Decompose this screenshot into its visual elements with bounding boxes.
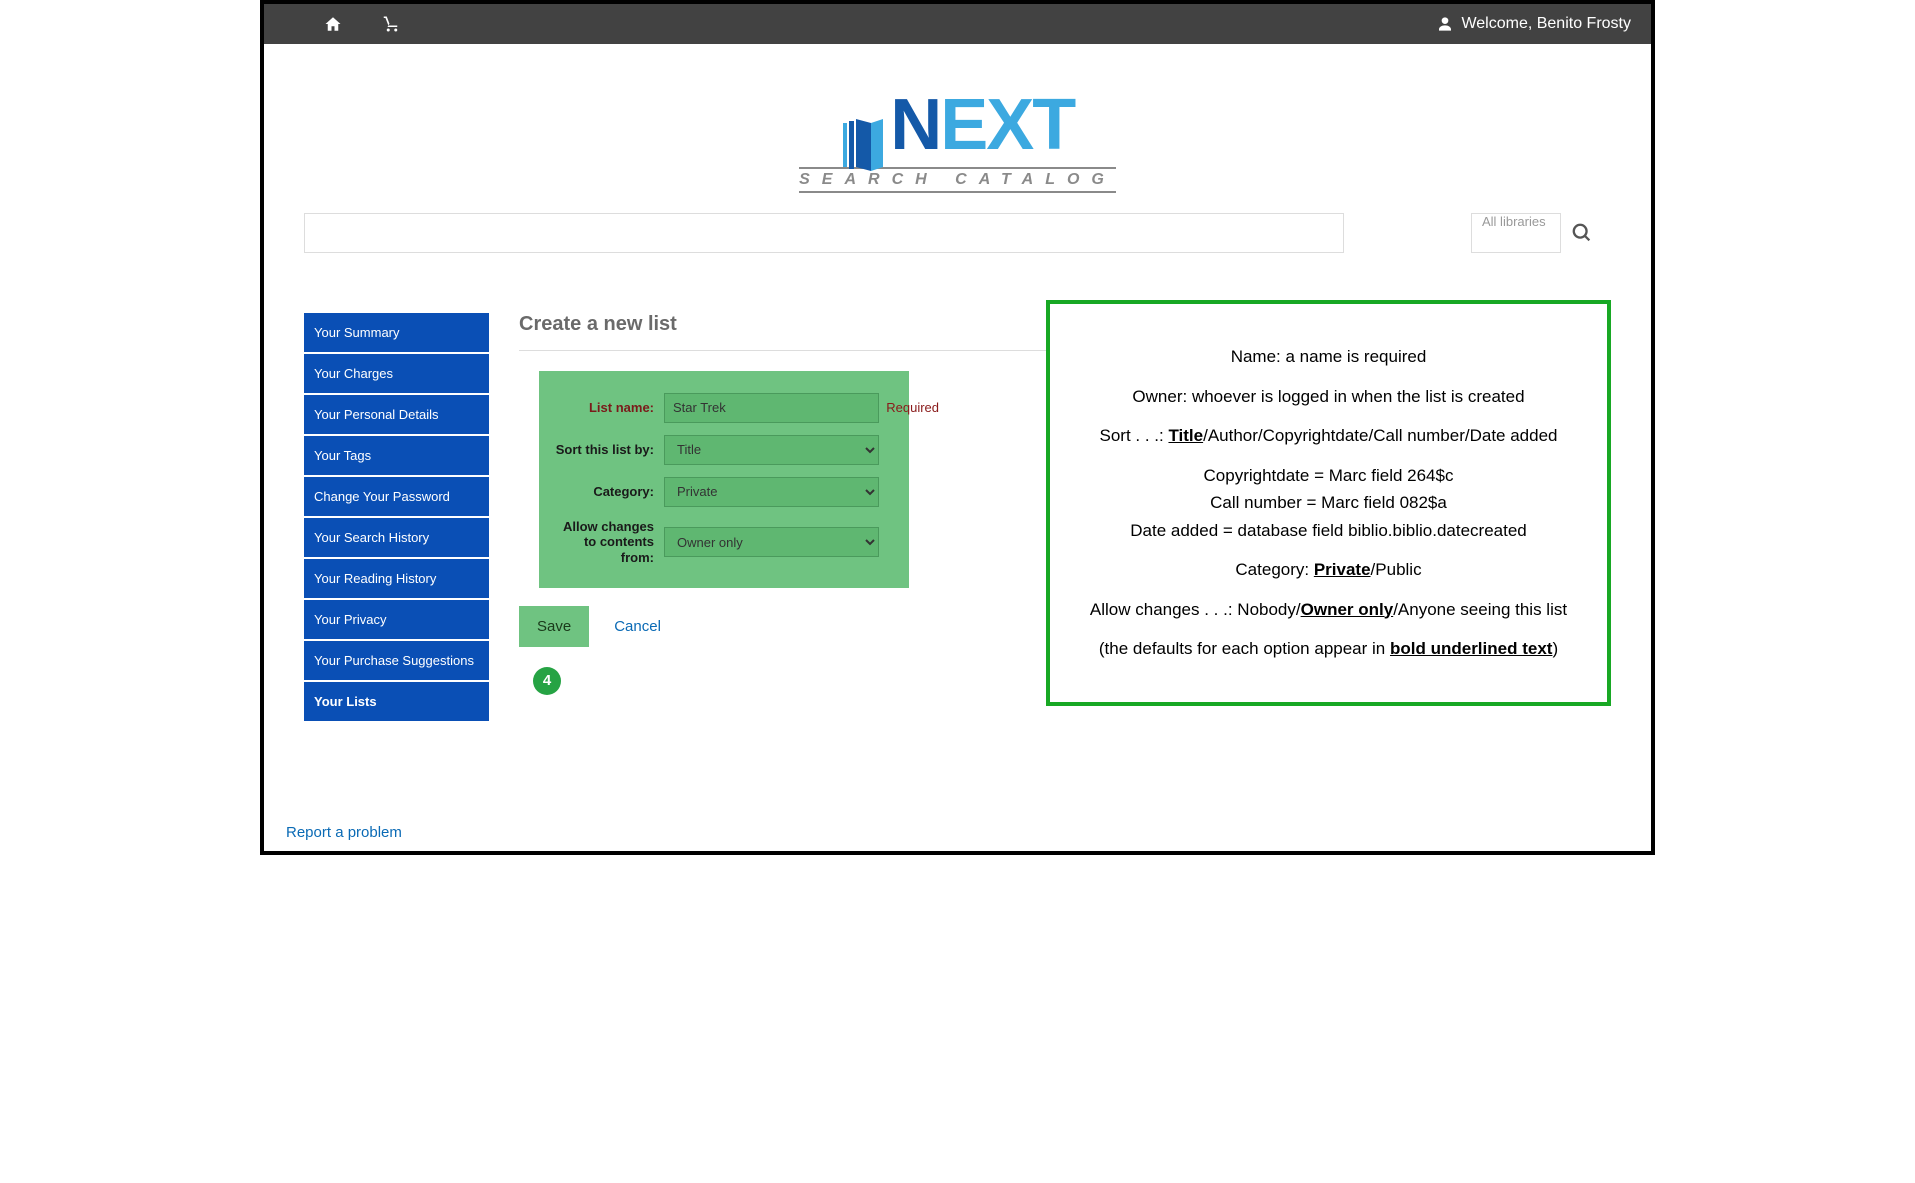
sidebar-item-reading-history[interactable]: Your Reading History: [304, 559, 489, 598]
sidebar-item-privacy[interactable]: Your Privacy: [304, 600, 489, 639]
sidebar-item-change-password[interactable]: Change Your Password: [304, 477, 489, 516]
sidebar-item-summary[interactable]: Your Summary: [304, 313, 489, 352]
category-label: Category:: [549, 484, 664, 499]
library-select[interactable]: All libraries: [1471, 213, 1561, 253]
user-menu[interactable]: Welcome, Benito Frosty: [1437, 15, 1631, 33]
category-select[interactable]: Private: [664, 477, 879, 507]
logo[interactable]: NEXT SEARCH CATALOG: [799, 84, 1116, 193]
create-list-form: List name: Required Sort this list by: T…: [539, 371, 909, 588]
info-callout: Name: a name is required Owner: whoever …: [1046, 300, 1611, 706]
welcome-text: Welcome, Benito Frosty: [1461, 15, 1631, 33]
logo-area: NEXT SEARCH CATALOG: [264, 44, 1651, 213]
info-defaults-line: (the defaults for each option appear in …: [1070, 636, 1587, 662]
sidebar-item-charges[interactable]: Your Charges: [304, 354, 489, 393]
allow-changes-label: Allow changes to contents from:: [549, 519, 664, 566]
user-icon: [1437, 16, 1453, 32]
allow-changes-select[interactable]: Owner only: [664, 527, 879, 557]
cancel-link[interactable]: Cancel: [614, 618, 661, 635]
step-badge: 4: [533, 667, 561, 695]
logo-letter-n: N: [890, 85, 940, 165]
list-name-label: List name:: [549, 400, 664, 415]
info-sort-line: Sort . . .: Title/Author/Copyrightdate/C…: [1070, 423, 1587, 449]
list-name-input[interactable]: [664, 393, 879, 423]
sort-label: Sort this list by:: [549, 442, 664, 457]
sidebar-item-search-history[interactable]: Your Search History: [304, 518, 489, 557]
info-category-line: Category: Private/Public: [1070, 557, 1587, 583]
sidebar-item-purchase-suggestions[interactable]: Your Purchase Suggestions: [304, 641, 489, 680]
sidebar-item-tags[interactable]: Your Tags: [304, 436, 489, 475]
report-problem-link[interactable]: Report a problem: [286, 824, 402, 841]
home-icon[interactable]: [324, 15, 342, 33]
info-copyright-line: Copyrightdate = Marc field 264$c: [1070, 463, 1587, 489]
info-name-line: Name: a name is required: [1070, 344, 1587, 370]
sidebar: Your Summary Your Charges Your Personal …: [304, 313, 489, 723]
search-row: All libraries: [264, 213, 1651, 253]
info-owner-line: Owner: whoever is logged in when the lis…: [1070, 384, 1587, 410]
required-text: Required: [886, 400, 939, 415]
search-button[interactable]: [1571, 213, 1611, 253]
book-icon: [841, 115, 891, 175]
sidebar-item-lists[interactable]: Your Lists: [304, 682, 489, 721]
topbar: Welcome, Benito Frosty: [264, 4, 1651, 44]
sidebar-item-personal-details[interactable]: Your Personal Details: [304, 395, 489, 434]
search-input[interactable]: [304, 213, 1344, 253]
sort-select[interactable]: Title: [664, 435, 879, 465]
info-dateadded-line: Date added = database field biblio.bibli…: [1070, 518, 1587, 544]
info-callnum-line: Call number = Marc field 082$a: [1070, 490, 1587, 516]
logo-letters-ext: EXT: [940, 85, 1074, 165]
cart-icon[interactable]: [382, 15, 402, 33]
info-allow-line: Allow changes . . .: Nobody/Owner only/A…: [1070, 597, 1587, 623]
save-button[interactable]: Save: [519, 606, 589, 647]
